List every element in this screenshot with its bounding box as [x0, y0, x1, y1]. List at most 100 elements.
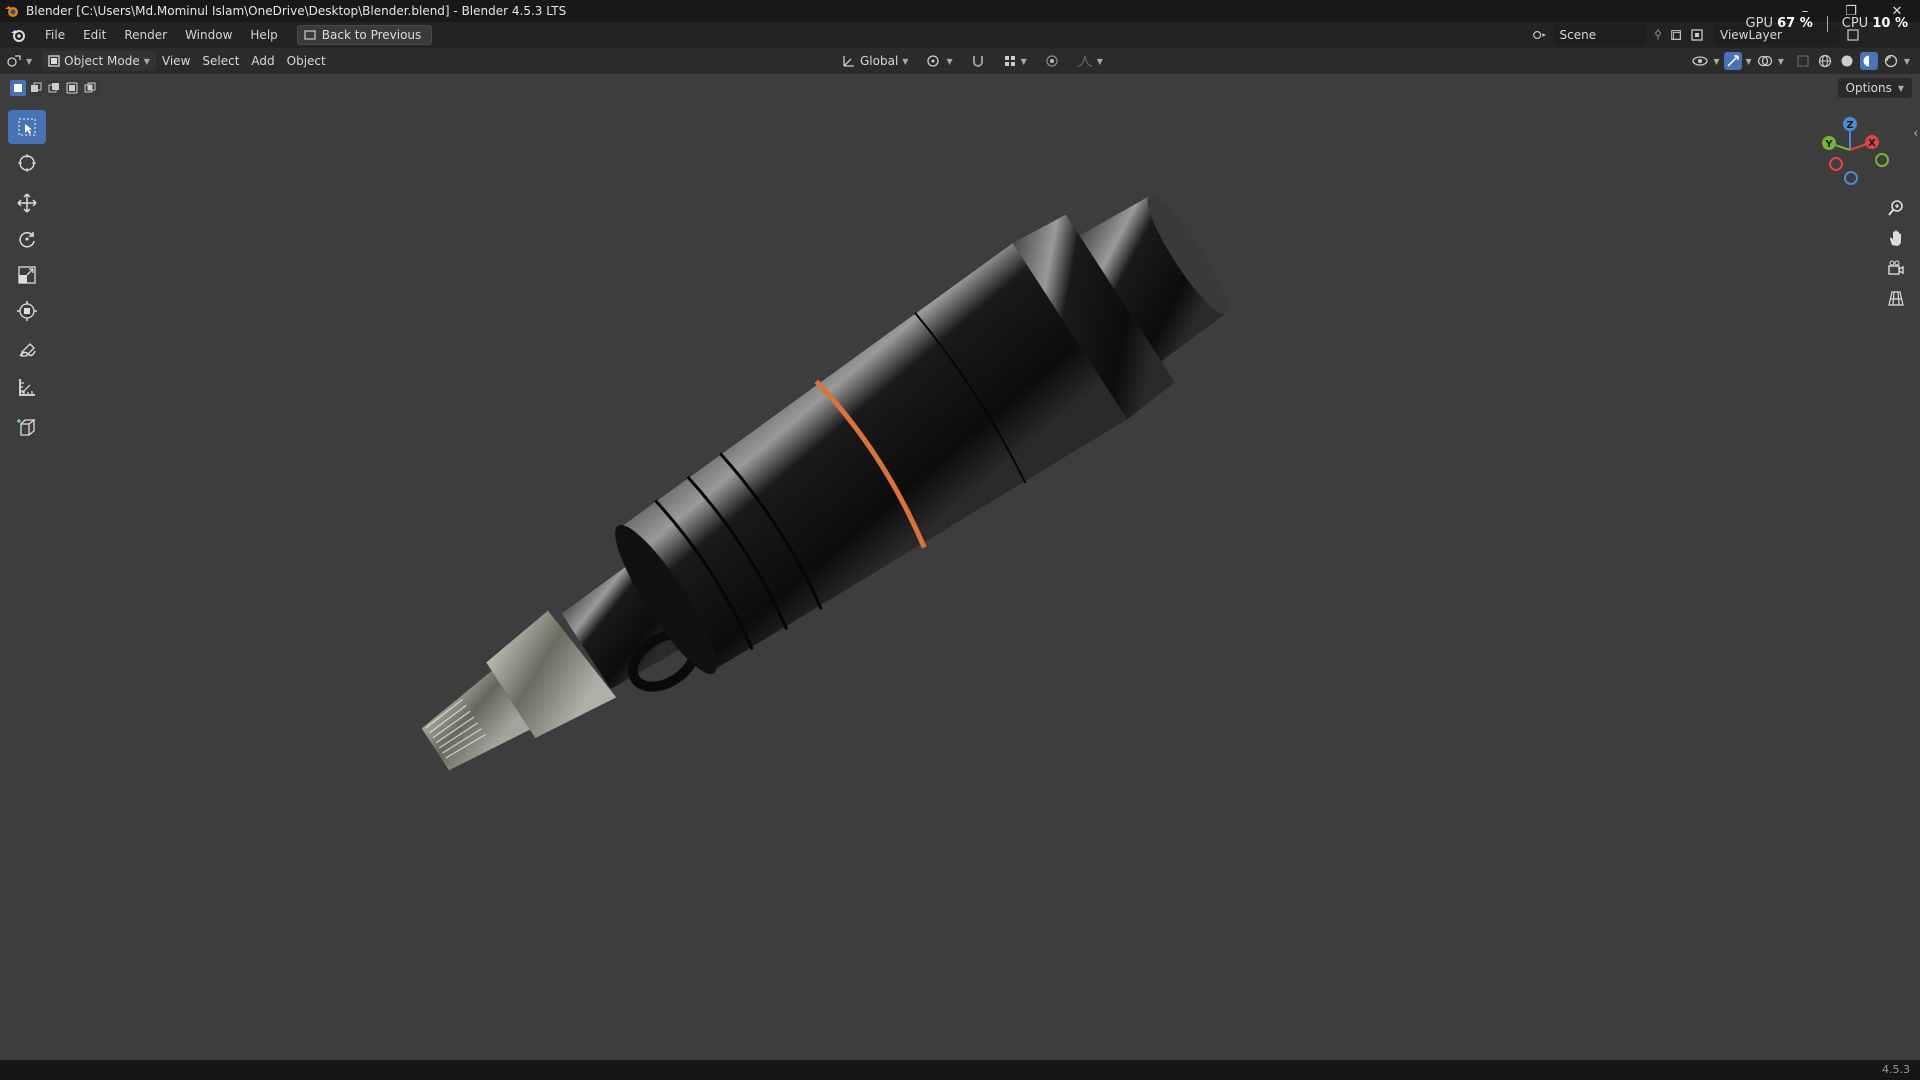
tool-annotate[interactable] — [8, 334, 46, 368]
zoom-magnifier-icon — [1888, 200, 1903, 216]
transform-controls: Global ▼ ▼ ▼ ▼ — [836, 51, 1109, 71]
select-extend-mode[interactable] — [28, 80, 44, 96]
add-cube-icon — [17, 419, 36, 436]
selection-mode-bar — [10, 80, 98, 96]
wireframe-shading-icon — [1818, 54, 1831, 68]
tool-select-box[interactable] — [8, 110, 46, 144]
new-scene-icon[interactable] — [1670, 28, 1682, 42]
pan-tool[interactable] — [1884, 226, 1908, 250]
scale-icon — [18, 266, 36, 284]
window-title: Blender [C:\Users\Md.Mominul Islam\OneDr… — [26, 4, 567, 18]
gizmo-neg-x[interactable] — [1829, 157, 1843, 171]
navigation-gizmo[interactable]: Z X Y — [1816, 112, 1892, 188]
proportional-edit-icon — [1046, 55, 1058, 67]
perspective-toggle[interactable] — [1884, 286, 1908, 310]
pin-icon[interactable] — [1652, 28, 1664, 42]
menu-file[interactable]: File — [36, 28, 74, 42]
title-bar: Blender [C:\Users\Md.Mominul Islam\OneDr… — [0, 0, 1920, 22]
camera-icon — [1888, 260, 1904, 275]
menu-help[interactable]: Help — [241, 28, 286, 42]
scene-name-field[interactable]: Scene — [1553, 25, 1646, 45]
menu-add[interactable]: Add — [245, 54, 280, 68]
options-label: Options — [1845, 81, 1892, 95]
pivot-icon — [927, 55, 940, 67]
snap-toggle[interactable] — [965, 54, 991, 68]
shading-rendered[interactable] — [1882, 52, 1900, 70]
select-new-mode[interactable] — [10, 80, 26, 96]
editor-3d-icon — [7, 55, 21, 67]
shading-wireframe[interactable] — [1816, 52, 1834, 70]
orientation-dropdown[interactable]: Global ▼ — [836, 54, 914, 68]
cpu-usage: CPU 10 % — [1841, 16, 1908, 31]
falloff-dropdown[interactable]: ▼ — [1071, 54, 1109, 68]
menu-window[interactable]: Window — [176, 28, 241, 42]
select-invert-icon — [66, 82, 78, 94]
solid-shading-icon — [1841, 55, 1853, 67]
orientation-label: Global — [860, 54, 899, 68]
view-layer-icon — [1691, 29, 1703, 41]
navigation-tools — [1884, 196, 1908, 310]
menu-edit[interactable]: Edit — [74, 28, 115, 42]
measure-ruler-icon — [19, 379, 35, 396]
scene-selector[interactable]: Scene — [1532, 25, 1682, 45]
menu-view[interactable]: View — [156, 54, 196, 68]
select-subtract-mode[interactable] — [46, 80, 62, 96]
viewport-shading-controls: ▼ ▼ ▼ ▼ — [1691, 51, 1910, 71]
visibility-dropdown[interactable] — [1691, 52, 1709, 70]
xray-toggle[interactable] — [1794, 52, 1812, 70]
options-dropdown[interactable]: Options ▼ — [1837, 78, 1912, 98]
blender-logo-icon — [5, 6, 18, 17]
proportional-edit-toggle[interactable] — [1039, 54, 1065, 68]
tool-shelf — [8, 110, 48, 446]
material-shading-icon — [1863, 55, 1875, 67]
snap-grid-icon — [1004, 56, 1015, 66]
back-to-previous-button[interactable]: Back to Previous — [296, 25, 433, 45]
mode-dropdown[interactable]: Object Mode ▼ — [42, 51, 156, 71]
back-to-previous-label: Back to Previous — [321, 28, 422, 42]
snap-target-dropdown[interactable]: ▼ — [997, 54, 1033, 68]
camera-view-tool[interactable] — [1884, 256, 1908, 280]
menu-select[interactable]: Select — [196, 54, 245, 68]
tool-scale[interactable] — [8, 258, 46, 292]
select-new-icon — [14, 84, 22, 92]
annotate-pencil-icon — [19, 343, 36, 357]
magnet-icon — [972, 56, 983, 67]
tool-add-cube[interactable] — [8, 410, 46, 444]
blender-menu-icon[interactable] — [10, 27, 26, 43]
pivot-dropdown[interactable]: ▼ — [920, 54, 958, 68]
tool-rotate[interactable] — [8, 222, 46, 256]
eye-icon — [1692, 56, 1709, 66]
move-icon — [17, 193, 37, 213]
object-mode-icon — [48, 55, 60, 67]
gizmo-y-label: Y — [1824, 139, 1833, 150]
select-subtract-icon — [48, 83, 59, 93]
mode-label: Object Mode — [64, 54, 140, 68]
tool-move[interactable] — [8, 186, 46, 220]
overlays-icon — [1757, 55, 1772, 67]
orientation-icon — [843, 56, 854, 67]
tattoo-pen-model[interactable] — [300, 180, 1320, 820]
menu-bar: File Edit Render Window Help Back to Pre… — [0, 22, 1920, 48]
rendered-shading-icon — [1884, 54, 1897, 68]
gizmo-toggle[interactable] — [1723, 52, 1742, 70]
menu-object[interactable]: Object — [281, 54, 332, 68]
gizmo-neg-y[interactable] — [1875, 153, 1889, 167]
tool-measure[interactable] — [8, 370, 46, 404]
version-label: 4.5.3 — [1882, 1063, 1910, 1076]
gizmo-neg-z[interactable] — [1844, 171, 1858, 185]
sidebar-toggle-icon[interactable]: ‹ — [1913, 126, 1918, 140]
select-intersect-icon — [84, 82, 96, 93]
grid-perspective-icon — [1888, 291, 1904, 306]
menu-render[interactable]: Render — [115, 28, 176, 42]
shading-material[interactable] — [1859, 52, 1878, 70]
tool-transform[interactable] — [8, 294, 46, 328]
select-intersect-mode[interactable] — [82, 80, 98, 96]
shading-solid[interactable] — [1838, 52, 1856, 70]
tool-cursor[interactable] — [8, 146, 46, 180]
overlays-toggle[interactable] — [1756, 52, 1774, 70]
falloff-curve-icon — [1077, 55, 1092, 67]
zoom-tool[interactable] — [1884, 196, 1908, 220]
scene-icon — [1533, 30, 1546, 40]
select-invert-mode[interactable] — [64, 80, 80, 96]
editor-type-button[interactable]: ▼ — [0, 54, 38, 68]
